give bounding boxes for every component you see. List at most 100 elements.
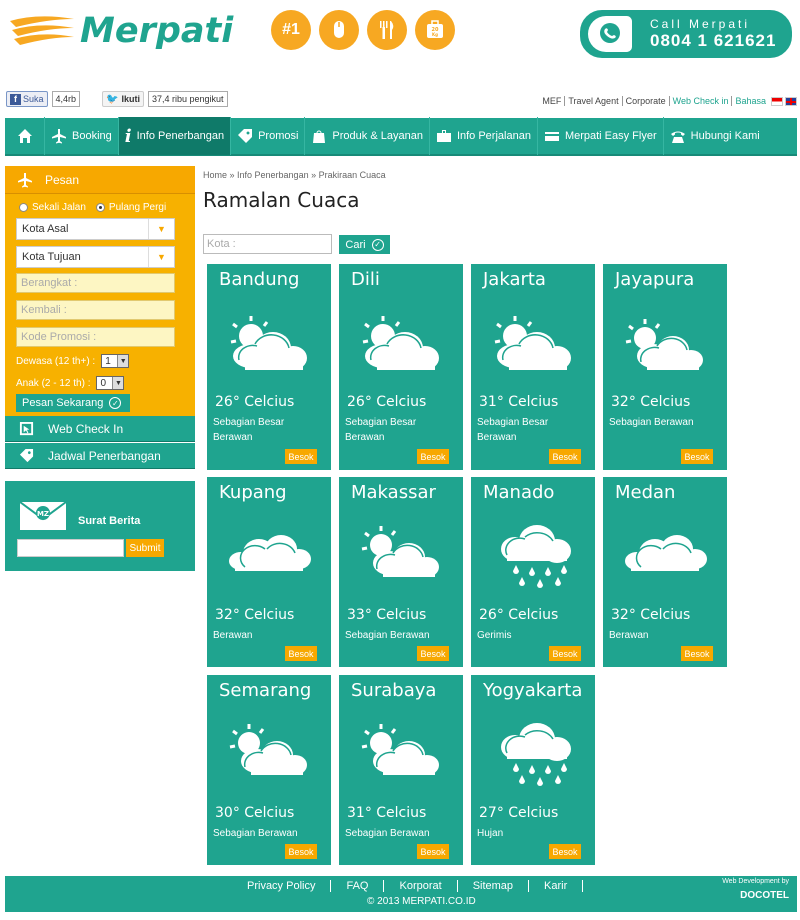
twitter-follow-button[interactable]: 🐦 Ikuti — [102, 91, 144, 107]
weather-description: Sebagian Besar Berawan — [477, 417, 549, 443]
info-icon: i — [124, 125, 132, 147]
bag-icon — [313, 130, 326, 143]
footer-faq[interactable]: FAQ — [331, 880, 385, 892]
toplink-travel-agent[interactable]: Travel Agent — [565, 96, 623, 106]
nav-info-penerbangan[interactable]: i Info Penerbangan — [118, 117, 232, 155]
round-trip-radio[interactable] — [95, 203, 105, 212]
breadcrumb[interactable]: Home » Info Penerbangan » Prakiraan Cuac… — [203, 170, 386, 180]
child-select[interactable]: 0 ▼ — [96, 376, 125, 390]
weather-description: Berawan — [609, 630, 649, 641]
tag-icon — [238, 129, 253, 143]
promo-code-field[interactable]: Kode Promosi : — [16, 327, 175, 347]
temperature: 26° Celcius — [347, 394, 427, 410]
nav-info-perjalanan[interactable]: Info Perjalanan — [430, 117, 538, 155]
check-circle-icon: ✓ — [109, 397, 122, 409]
child-count-row: Anak (2 - 12 th) : 0 ▼ — [16, 376, 125, 390]
weather-card: Kupang 32° Celcius Berawan Besok — [207, 477, 331, 667]
besok-button[interactable]: Besok — [549, 844, 581, 859]
toplink-web-check-in[interactable]: Web Check in — [670, 96, 733, 106]
chevron-down-icon: ▼ — [117, 355, 129, 367]
city-name: Bandung — [219, 269, 300, 290]
mouse-icon — [334, 21, 344, 38]
nav-info-penerbangan-label: Info Penerbangan — [136, 130, 225, 142]
chevron-down-icon: ▼ — [148, 219, 174, 239]
adult-select[interactable]: 1 ▼ — [101, 354, 130, 368]
merpati-logo[interactable]: Merpati — [8, 8, 233, 54]
destination-select[interactable]: Kota Tujuan ▼ — [16, 246, 175, 268]
temperature: 32° Celcius — [611, 607, 691, 623]
rain-icon — [501, 723, 571, 786]
besok-button[interactable]: Besok — [549, 449, 581, 464]
city-search-input[interactable]: Kota : — [203, 234, 332, 254]
suitcase-icon — [436, 130, 451, 142]
footer-privacy-policy[interactable]: Privacy Policy — [237, 880, 332, 892]
mail-icon: MZ — [19, 501, 67, 530]
besok-button[interactable]: Besok — [285, 449, 317, 464]
trip-type: Sekali Jalan Pulang Pergi — [5, 194, 195, 213]
nav-promosi[interactable]: Promosi — [231, 117, 306, 155]
return-date-field[interactable]: Kembali : — [16, 300, 175, 320]
temperature: 27° Celcius — [479, 805, 559, 821]
toplink-corporate[interactable]: Corporate — [623, 96, 670, 106]
toplink-bahasa[interactable]: Bahasa — [732, 96, 769, 106]
besok-button[interactable]: Besok — [549, 646, 581, 661]
logo-text: Merpati — [80, 11, 234, 51]
one-way-label: Sekali Jalan — [32, 202, 86, 213]
copyright: © 2013 MERPATI.CO.ID — [367, 896, 476, 907]
besok-button[interactable]: Besok — [681, 646, 713, 661]
footer-karir[interactable]: Karir — [529, 880, 584, 892]
facebook-like-button[interactable]: f Suka — [6, 91, 48, 107]
number-one-badge: #1 — [271, 10, 311, 50]
phone-24hrs-icon — [588, 16, 632, 52]
cloudy-icon — [229, 535, 311, 571]
weather-description: Sebagian Berawan — [345, 828, 430, 839]
toplink-mef[interactable]: MEF — [539, 96, 566, 106]
cursor-icon — [19, 421, 34, 436]
nav-easy-flyer[interactable]: Merpati Easy Flyer — [538, 117, 664, 155]
nav-hubungi-kami[interactable]: Hubungi Kami — [664, 117, 766, 155]
origin-select[interactable]: Kota Asal ▼ — [16, 218, 175, 240]
call-center-box[interactable]: Call Merpati 0804 1 621621 — [580, 10, 792, 58]
jadwal-penerbangan-link[interactable]: Jadwal Penerbangan — [5, 443, 195, 469]
besok-button[interactable]: Besok — [417, 646, 449, 661]
weather-card: Bandung 26° Celcius Sebagian Besar Berawan… — [207, 264, 331, 470]
weather-card: Surabaya 31° Celcius Sebagian Berawan Besok — [339, 675, 463, 865]
nav-booking[interactable]: Booking — [45, 117, 119, 155]
city-name: Surabaya — [351, 680, 437, 701]
page-title: Ramalan Cuaca — [203, 188, 360, 212]
home-icon — [17, 129, 32, 143]
pesan-sekarang-button[interactable]: Pesan Sekarang ✓ — [16, 394, 130, 412]
indonesia-flag-icon[interactable] — [771, 96, 783, 106]
chevron-down-icon: ▼ — [112, 377, 124, 389]
telephone-icon — [670, 131, 685, 143]
nav-produk-layanan[interactable]: Produk & Layanan — [305, 117, 430, 155]
weather-card: Yogyakarta 27° Celcius Hujan Besok — [471, 675, 595, 865]
city-name: Jayapura — [615, 269, 695, 290]
besok-button[interactable]: Besok — [681, 449, 713, 464]
footer-sitemap[interactable]: Sitemap — [458, 880, 530, 892]
besok-button[interactable]: Besok — [417, 844, 449, 859]
developer-credit[interactable]: Web Development by DOCOTEL — [722, 878, 789, 901]
facebook-count: 4,4rb — [51, 91, 81, 107]
newsletter-email-input[interactable] — [17, 539, 124, 557]
uk-flag-icon[interactable] — [785, 96, 797, 106]
besok-button[interactable]: Besok — [417, 449, 449, 464]
nav-booking-label: Booking — [72, 130, 112, 142]
one-way-radio[interactable] — [19, 203, 28, 212]
nav-home[interactable] — [5, 117, 45, 155]
besok-button[interactable]: Besok — [285, 844, 317, 859]
child-label: Anak (2 - 12 th) : — [16, 377, 91, 389]
baggage-20kg-icon: 20Kg — [427, 20, 443, 38]
temperature: 31° Celcius — [347, 805, 427, 821]
jadwal-penerbangan-label: Jadwal Penerbangan — [48, 448, 161, 463]
cari-button[interactable]: Cari ✓ — [339, 235, 390, 254]
adult-label: Dewasa (12 th+) : — [16, 355, 96, 367]
footer-korporat[interactable]: Korporat — [384, 880, 458, 892]
city-name: Kupang — [219, 482, 287, 503]
tag-icon — [19, 448, 34, 463]
besok-button[interactable]: Besok — [285, 646, 317, 661]
origin-value: Kota Asal — [22, 223, 69, 235]
depart-date-field[interactable]: Berangkat : — [16, 273, 175, 293]
web-check-in-link[interactable]: Web Check In — [5, 416, 195, 442]
newsletter-submit-button[interactable]: Submit — [126, 539, 164, 557]
